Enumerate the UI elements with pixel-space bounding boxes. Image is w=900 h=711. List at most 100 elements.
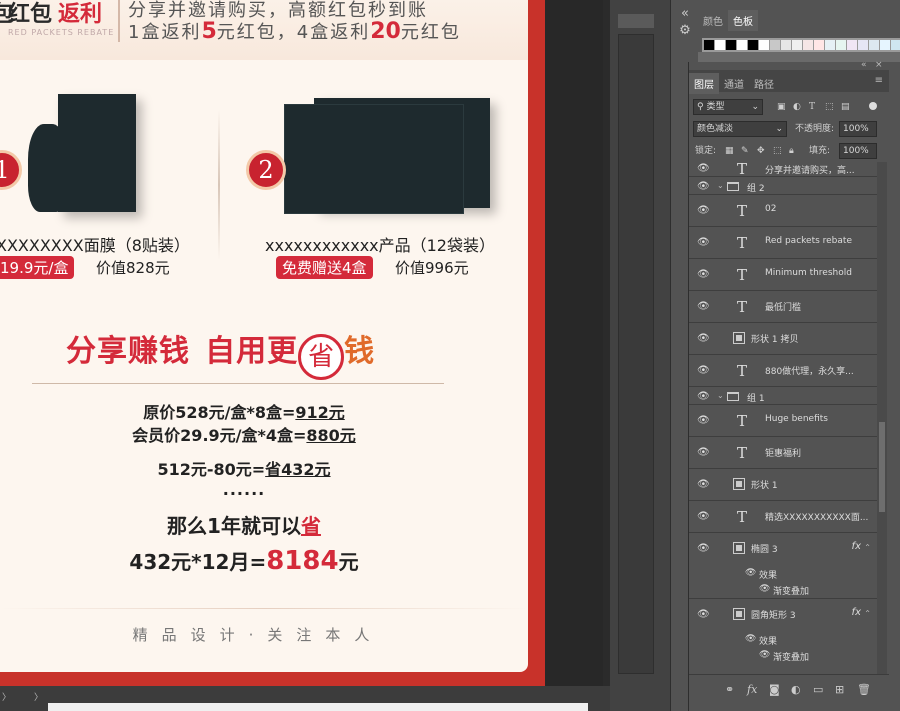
layer-row[interactable]: 👁︎ T 钜惠福利	[689, 438, 877, 469]
color-swatch[interactable]	[869, 40, 879, 50]
new-layer-icon[interactable]: ⊞	[835, 683, 844, 696]
new-adjustment-icon[interactable]: ◐	[791, 683, 801, 696]
color-swatch[interactable]	[759, 40, 769, 50]
status-arrow-left-icon[interactable]: 〉	[2, 690, 11, 703]
filter-toggle-icon[interactable]	[869, 102, 877, 110]
color-swatch[interactable]	[737, 40, 747, 50]
chevron-down-icon[interactable]: ⌄	[717, 391, 724, 400]
color-swatch[interactable]	[880, 40, 890, 50]
layer-row[interactable]: 👁︎ T 880做代理，永久享...	[689, 356, 877, 387]
lock-move-icon[interactable]: ✥	[757, 143, 765, 159]
link-layers-icon[interactable]: ⚭	[725, 683, 734, 696]
color-swatch[interactable]	[781, 40, 791, 50]
swatch-grid[interactable]	[702, 38, 900, 52]
visibility-eye-icon[interactable]: 👁︎	[697, 609, 710, 621]
color-swatch[interactable]	[836, 40, 846, 50]
color-swatch[interactable]	[715, 40, 725, 50]
blend-mode-dropdown[interactable]: 颜色减淡 ⌄	[693, 121, 787, 137]
visibility-eye-icon[interactable]: 👁︎	[697, 301, 710, 313]
visibility-eye-icon[interactable]: 👁︎	[697, 205, 710, 217]
tab-paths[interactable]: 路径	[749, 73, 779, 94]
lock-all-icon[interactable]: 🔒︎	[789, 143, 794, 159]
panel-close-icon[interactable]: ×	[875, 60, 883, 70]
visibility-eye-icon[interactable]: 👁︎	[697, 447, 710, 459]
layer-row[interactable]: 👁︎ T Minimum threshold	[689, 260, 877, 291]
gradient-overlay-row[interactable]: 👁︎ 渐变叠加	[689, 582, 877, 599]
tab-channels[interactable]: 通道	[719, 73, 749, 94]
new-group-icon[interactable]: ▭	[813, 683, 823, 696]
layer-row[interactable]: 👁︎ 圆角矩形 3 fx ⌃	[689, 600, 877, 631]
properties-icon[interactable]: ⚙	[671, 23, 699, 38]
color-swatch[interactable]	[792, 40, 802, 50]
layer-group-row[interactable]: 👁︎ ⌄ 组 2	[689, 178, 877, 195]
layer-filter-dropdown[interactable]: ⚲ 类型 ⌄	[693, 99, 763, 115]
add-style-icon[interactable]: fx	[747, 683, 757, 696]
filter-shape-icon[interactable]: ⬚	[825, 99, 834, 115]
color-swatch[interactable]	[858, 40, 868, 50]
lock-artboard-icon[interactable]: ⬚	[773, 143, 782, 159]
layer-row[interactable]: 👁︎ T 分享并邀请购买，高...	[689, 160, 877, 178]
layer-effects-icon[interactable]: fx	[852, 607, 861, 618]
filter-smart-object-icon[interactable]: ▤	[841, 99, 850, 115]
visibility-eye-icon[interactable]: 👁︎	[697, 163, 710, 175]
panel-collapse-icon[interactable]: «	[861, 60, 867, 70]
document-canvas-area[interactable]: 包 红包 返利 RED PACKETS REBATE 分享并邀请购买，高额红包秒…	[0, 0, 610, 711]
chevron-up-icon[interactable]: ⌃	[864, 543, 871, 552]
layers-scrollbar[interactable]	[877, 162, 887, 678]
chevron-down-icon[interactable]: ⌄	[717, 181, 724, 190]
visibility-eye-icon[interactable]: 👁︎	[697, 365, 710, 377]
visibility-eye-icon[interactable]: 👁︎	[759, 650, 770, 660]
filter-adjustment-icon[interactable]: ◐	[793, 99, 801, 115]
visibility-eye-icon[interactable]: 👁︎	[697, 415, 710, 427]
layer-row[interactable]: 👁︎ T Huge benefits	[689, 406, 877, 437]
visibility-eye-icon[interactable]: 👁︎	[759, 584, 770, 594]
layer-row[interactable]: 👁︎ T 最低门槛	[689, 292, 877, 323]
delete-layer-icon[interactable]: 🗑︎	[857, 683, 871, 696]
effects-row[interactable]: 👁︎ 效果	[689, 632, 877, 648]
filter-image-icon[interactable]: ▣	[777, 99, 786, 115]
layer-row[interactable]: 👁︎ T Red packets rebate	[689, 228, 877, 259]
color-swatch[interactable]	[891, 40, 900, 50]
color-swatch[interactable]	[803, 40, 813, 50]
visibility-eye-icon[interactable]: 👁︎	[697, 181, 710, 193]
color-swatch[interactable]	[825, 40, 835, 50]
visibility-eye-icon[interactable]: 👁︎	[697, 237, 710, 249]
visibility-eye-icon[interactable]: 👁︎	[697, 269, 710, 281]
collapsed-panel-tab[interactable]	[618, 14, 654, 28]
layer-row[interactable]: 👁︎ T 02	[689, 196, 877, 227]
lock-brush-icon[interactable]: ✎	[741, 143, 749, 159]
effects-row[interactable]: 👁︎ 效果	[689, 566, 877, 582]
visibility-eye-icon[interactable]: 👁︎	[697, 333, 710, 345]
status-arrow-right-icon[interactable]: 〉	[34, 690, 43, 703]
visibility-eye-icon[interactable]: 👁︎	[697, 543, 710, 555]
layer-row[interactable]: 👁︎ T 精选XXXXXXXXXXX面...	[689, 502, 877, 533]
chevron-up-icon[interactable]: ⌃	[864, 609, 871, 618]
color-swatch[interactable]	[770, 40, 780, 50]
gradient-overlay-row[interactable]: 👁︎ 渐变叠加	[689, 648, 877, 664]
visibility-eye-icon[interactable]: 👁︎	[697, 391, 710, 403]
color-swatch[interactable]	[726, 40, 736, 50]
color-swatch[interactable]	[704, 40, 714, 50]
visibility-eye-icon[interactable]: 👁︎	[697, 511, 710, 523]
layers-scrollbar-thumb[interactable]	[879, 422, 885, 512]
layer-row[interactable]: 👁︎ 椭圆 3 fx ⌃	[689, 534, 877, 565]
color-swatch[interactable]	[748, 40, 758, 50]
opacity-input[interactable]: 100%	[839, 121, 877, 137]
color-swatch[interactable]	[814, 40, 824, 50]
layer-row[interactable]: 👁︎ 形状 1	[689, 470, 877, 501]
tab-layers[interactable]: 图层	[689, 73, 719, 94]
layer-group-row[interactable]: 👁︎ ⌄ 组 1	[689, 388, 877, 405]
color-swatch[interactable]	[847, 40, 857, 50]
visibility-eye-icon[interactable]: 👁︎	[745, 568, 756, 578]
lock-transparent-icon[interactable]: ▦	[725, 143, 734, 159]
collapse-arrows-icon[interactable]: «	[671, 6, 699, 21]
tab-color[interactable]: 颜色	[698, 10, 728, 31]
canvas-vertical-scrollbar[interactable]	[603, 0, 610, 686]
visibility-eye-icon[interactable]: 👁︎	[697, 479, 710, 491]
visibility-eye-icon[interactable]: 👁︎	[745, 634, 756, 644]
layer-row[interactable]: 👁︎ 形状 1 拷贝	[689, 324, 877, 355]
panel-menu-icon[interactable]: ≡	[875, 75, 883, 86]
fill-input[interactable]: 100%	[839, 143, 877, 159]
tab-swatches[interactable]: 色板	[728, 10, 758, 31]
filter-text-icon[interactable]: T	[809, 99, 815, 115]
